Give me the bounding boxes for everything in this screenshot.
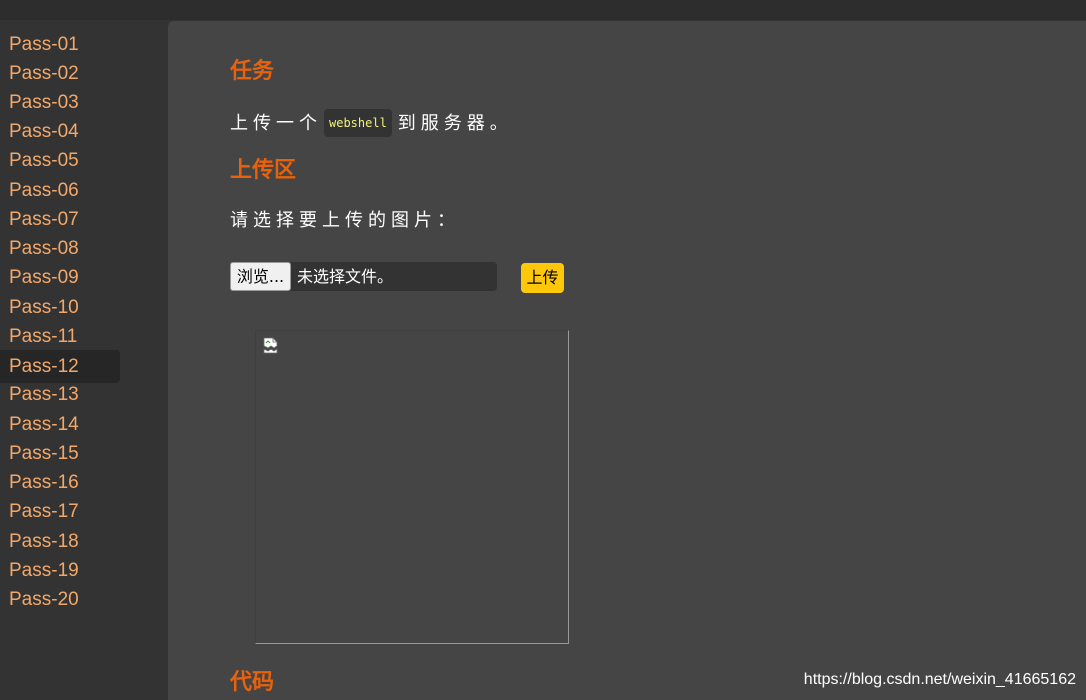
upload-prompt: 请选择要上传的图片： (230, 210, 460, 231)
upload-heading: 上传区 (230, 158, 297, 183)
webshell-code-chip: webshell (324, 109, 392, 137)
top-bar (0, 0, 1086, 20)
sidebar-item-pass-20[interactable]: Pass-20 (0, 583, 120, 616)
file-status-text: 未选择文件。 (297, 267, 394, 286)
sidebar-item-pass-09[interactable]: Pass-09 (0, 261, 120, 294)
sidebar: Pass-01 Pass-02 Pass-03 Pass-04 Pass-05 … (0, 20, 168, 700)
task-text-after: 到服务器。 (397, 113, 513, 134)
file-input[interactable]: 浏览... 未选择文件。 (230, 262, 497, 291)
task-description: 上传一个 webshell 到服务器。 (230, 109, 513, 137)
sidebar-item-pass-13[interactable]: Pass-13 (0, 378, 120, 411)
main-panel: 任务 上传一个 webshell 到服务器。 上传区 请选择要上传的图片： 浏览..… (168, 21, 1086, 700)
task-heading: 任务 (230, 59, 275, 84)
watermark-url: https://blog.csdn.net/weixin_41665162 (803, 671, 1076, 688)
sidebar-item-pass-17[interactable]: Pass-17 (0, 495, 120, 528)
sidebar-item-pass-05[interactable]: Pass-05 (0, 144, 120, 177)
image-preview (255, 330, 569, 644)
code-heading: 代码 (230, 670, 275, 695)
broken-image-icon (263, 337, 278, 354)
browse-button[interactable]: 浏览... (230, 262, 291, 291)
sidebar-item-pass-11[interactable]: Pass-11 (0, 320, 120, 353)
upload-button[interactable]: 上传 (521, 263, 564, 293)
task-text-before: 上传一个 (230, 113, 322, 134)
